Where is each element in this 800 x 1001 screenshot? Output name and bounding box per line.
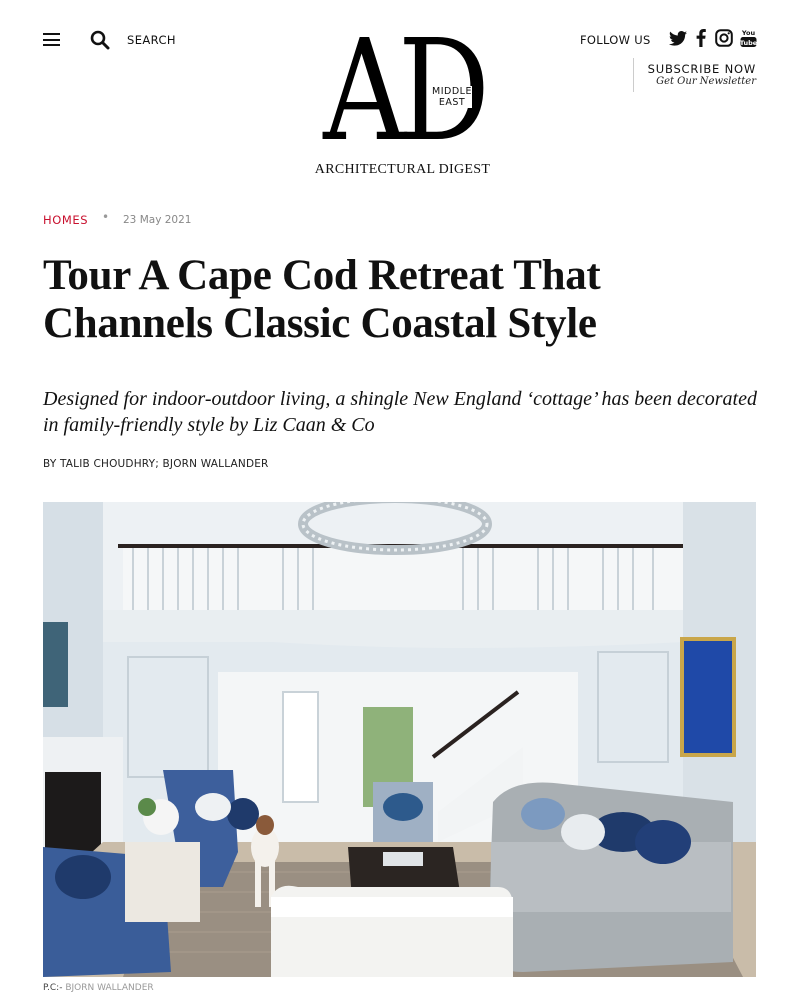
svg-text:You: You (741, 29, 756, 37)
newsletter-link[interactable]: Get Our Newsletter (640, 76, 756, 87)
logo-edition: MIDDLE EAST (432, 86, 472, 108)
twitter-icon[interactable] (668, 28, 688, 48)
menu-icon[interactable] (43, 33, 60, 46)
instagram-icon[interactable] (714, 28, 734, 48)
search-label[interactable]: SEARCH (127, 33, 176, 47)
search-icon[interactable] (90, 30, 110, 50)
publish-date: 23 May 2021 (123, 214, 192, 226)
meta-separator: • (102, 210, 110, 224)
article-title: Tour A Cape Cod Retreat That Channels Cl… (43, 252, 601, 347)
subscribe-divider (633, 58, 634, 92)
follow-us-label: FOLLOW US (580, 33, 651, 47)
article-byline[interactable]: BY TALIB CHOUDHRY; BJORN WALLANDER (43, 458, 269, 470)
svg-text:Tube: Tube (740, 39, 757, 47)
article-dek: Designed for indoor-outdoor living, a sh… (43, 388, 757, 436)
hero-image (43, 502, 756, 977)
facebook-icon[interactable] (694, 28, 708, 48)
photo-credit-prefix: P.C:- (43, 983, 63, 993)
youtube-icon[interactable]: You Tube (740, 28, 757, 48)
photo-credit: P.C:- BJORN WALLANDER (43, 983, 154, 993)
subscribe-now-link[interactable]: SUBSCRIBE NOW (640, 62, 756, 76)
category-link[interactable]: HOMES (43, 213, 88, 227)
photo-credit-name: BJORN WALLANDER (65, 983, 154, 993)
logo-name: ARCHITECTURAL DIGEST (314, 162, 491, 177)
site-logo[interactable]: AD MIDDLE EAST ARCHITECTURAL DIGEST (305, 22, 500, 182)
